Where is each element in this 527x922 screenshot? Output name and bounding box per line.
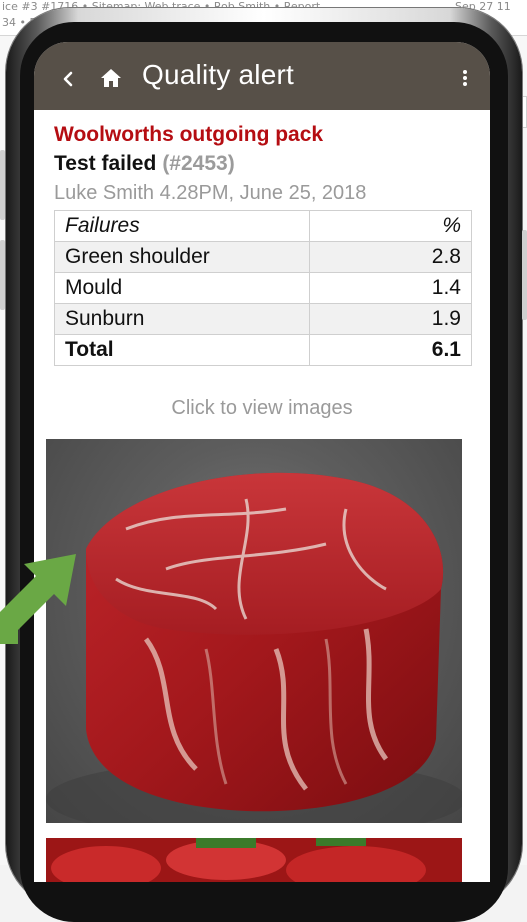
table-total-row: Total 6.1 xyxy=(54,334,472,366)
test-status: Test failed xyxy=(54,152,157,175)
table-header-row: Failures % xyxy=(54,210,472,242)
failure-value: 1.4 xyxy=(309,272,472,304)
total-label: Total xyxy=(54,334,310,366)
page-title: Quality alert xyxy=(142,59,294,90)
view-images-link[interactable]: Click to view images xyxy=(34,397,490,420)
failure-label: Green shoulder xyxy=(54,241,310,273)
column-header-failures: Failures xyxy=(54,210,310,242)
failure-value: 1.9 xyxy=(309,303,472,335)
inspection-photo-strawberries[interactable] xyxy=(46,838,462,882)
app-header: Quality alert xyxy=(34,42,490,110)
site-name: Woolworths outgoing pack xyxy=(54,123,324,146)
table-row: Sunburn 1.9 xyxy=(54,303,472,335)
column-header-percent: % xyxy=(309,210,472,242)
phone-side-button xyxy=(522,230,527,320)
inspection-photo-meat[interactable] xyxy=(46,439,462,823)
alert-content: Woolworths outgoing pack Test failed (#24… xyxy=(54,120,474,366)
failure-label: Mould xyxy=(54,272,310,304)
total-value: 6.1 xyxy=(309,334,472,366)
home-icon[interactable] xyxy=(100,67,122,89)
test-meta: Luke Smith 4.28PM, June 25, 2018 xyxy=(54,182,367,204)
chevron-left-icon[interactable] xyxy=(60,68,76,90)
table-row: Green shoulder 2.8 xyxy=(54,241,472,273)
phone-side-button xyxy=(0,150,5,220)
failures-table: Failures % Green shoulder 2.8 Mould 1.4 … xyxy=(54,210,472,366)
failure-label: Sunburn xyxy=(54,303,310,335)
failure-value: 2.8 xyxy=(309,241,472,273)
arrow-icon xyxy=(0,552,78,644)
test-id[interactable]: (#2453) xyxy=(162,152,234,175)
table-row: Mould 1.4 xyxy=(54,272,472,304)
test-status-line: Test failed (#2453) xyxy=(54,150,474,178)
phone-side-button xyxy=(0,240,5,310)
phone-screen: Quality alert Woolworths outgoing pack T… xyxy=(34,42,490,882)
more-vertical-icon[interactable] xyxy=(460,67,470,89)
